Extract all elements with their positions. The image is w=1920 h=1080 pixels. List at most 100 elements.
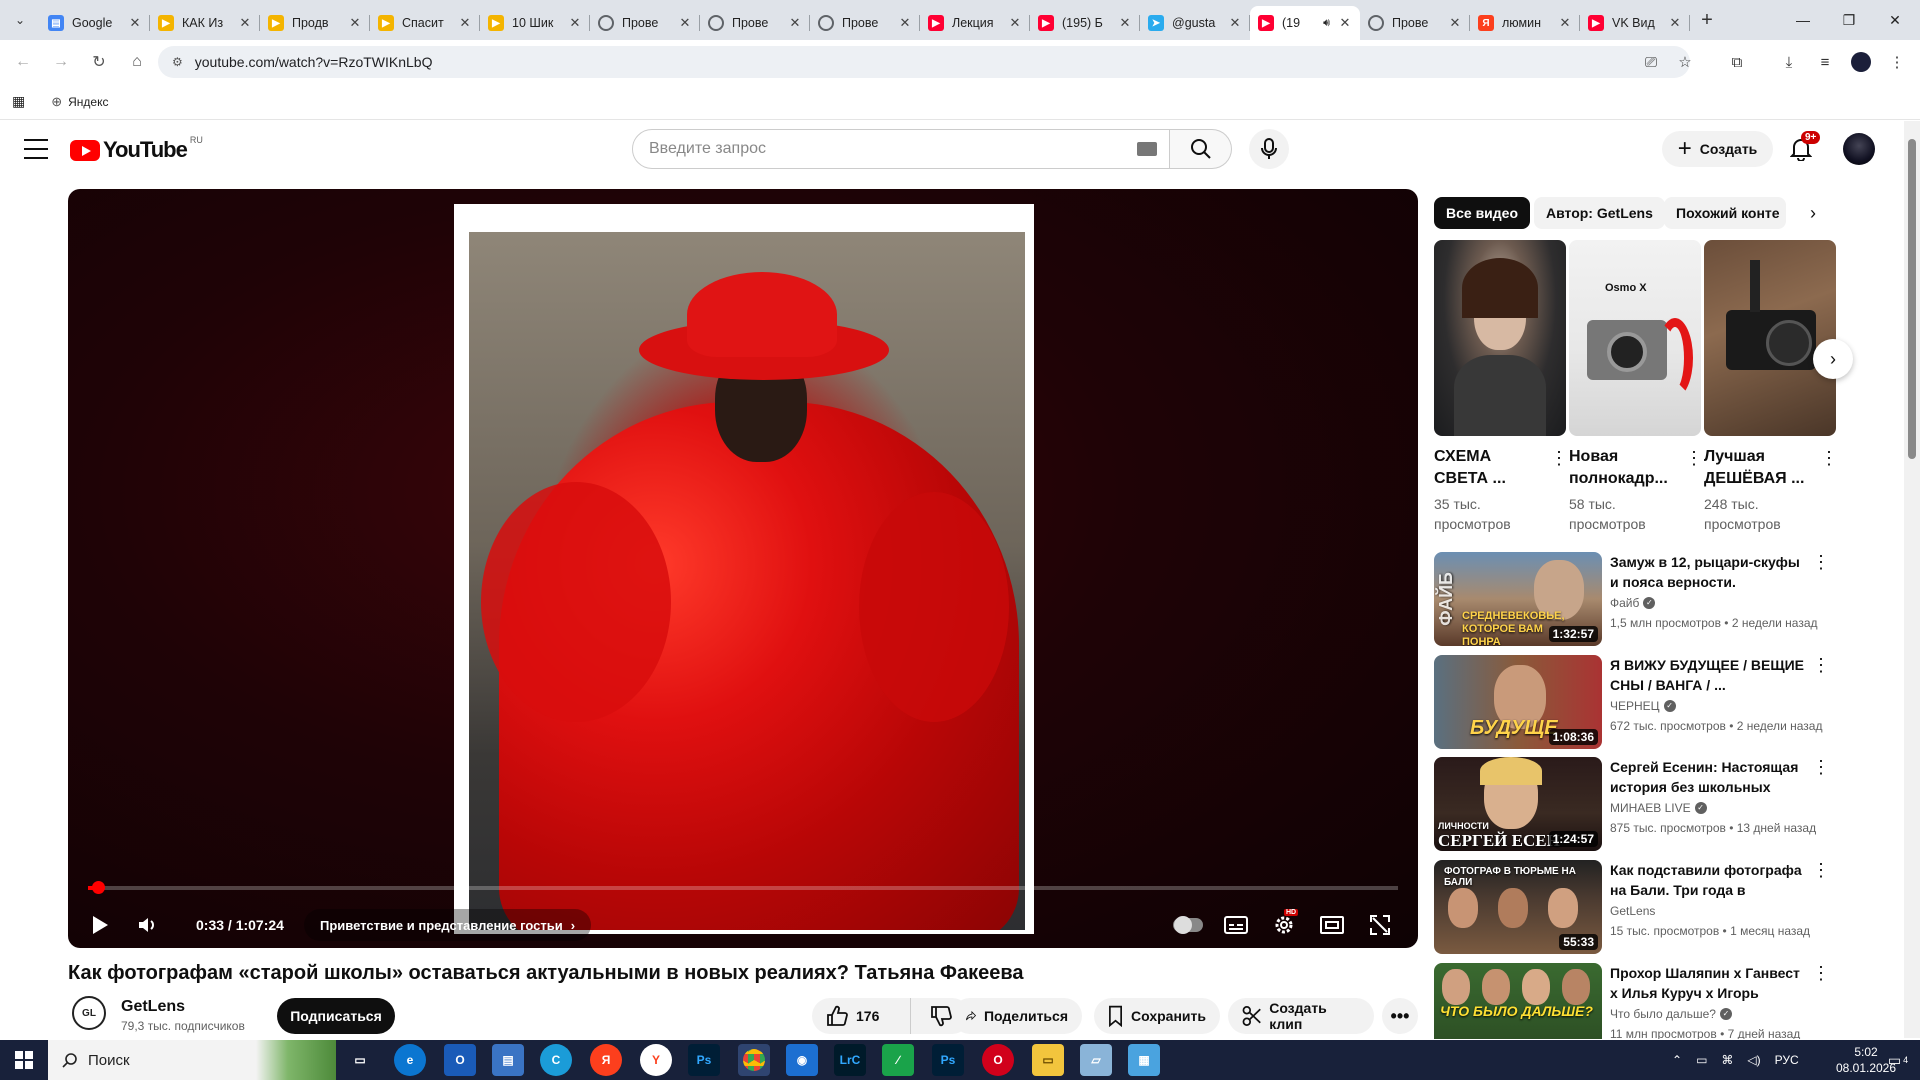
shorts-next-button[interactable]: › bbox=[1813, 339, 1853, 379]
address-bar[interactable]: ⚙ youtube.com/watch?v=RzoTWIKnLbQ bbox=[158, 46, 1690, 78]
more-vertical-icon[interactable]: ⋮ bbox=[1812, 552, 1830, 573]
subscribe-button[interactable]: Подписаться bbox=[277, 998, 395, 1034]
browser-tab[interactable]: ▶ КАК Из ✕ bbox=[150, 6, 260, 40]
browser-tab[interactable]: ➤ @gusta ✕ bbox=[1140, 6, 1250, 40]
channel-name[interactable]: МИНАЕВ LIVE ✓ bbox=[1610, 801, 1707, 815]
play-button[interactable] bbox=[82, 907, 118, 943]
camera-app-icon[interactable]: ◉ bbox=[786, 1044, 818, 1076]
recommendation-item[interactable]: БУДУЩЕ 1:08:36 Я ВИЖУ БУДУЩЕЕ / ВЕЩИЕ СН… bbox=[1434, 655, 1830, 749]
lightroom-classic-icon[interactable]: LrC bbox=[834, 1044, 866, 1076]
forward-icon[interactable]: → bbox=[46, 47, 76, 77]
settings-button[interactable]: HD bbox=[1266, 907, 1302, 943]
video-thumbnail[interactable]: ЛИЧНОСТИ СЕРГЕЙ ЕСЕН 1:24:57 bbox=[1434, 757, 1602, 851]
more-vertical-icon[interactable]: ⋮ bbox=[1685, 448, 1703, 469]
chevron-right-icon[interactable]: › bbox=[1800, 200, 1826, 226]
back-icon[interactable]: ← bbox=[8, 47, 38, 77]
taskbar-search[interactable]: Поиск bbox=[48, 1040, 336, 1080]
chip-related[interactable]: Похожий конте bbox=[1664, 197, 1786, 229]
site-settings-icon[interactable]: ⚙ bbox=[172, 55, 183, 69]
short-title[interactable]: Лучшая ДЕШЁВАЯ ... bbox=[1704, 446, 1810, 490]
close-tab-icon[interactable]: ✕ bbox=[238, 15, 252, 31]
scrollbar-thumb[interactable] bbox=[1908, 139, 1916, 459]
file-explorer-icon[interactable]: ▭ bbox=[1032, 1044, 1064, 1076]
close-tab-icon[interactable]: ✕ bbox=[1338, 15, 1352, 31]
channel-name[interactable]: Что было дальше? ✓ bbox=[1610, 1007, 1732, 1021]
video-title[interactable]: Замуж в 12, рыцари-скуфы и пояса верност… bbox=[1610, 552, 1810, 592]
photoshop-icon[interactable]: Ps bbox=[688, 1044, 720, 1076]
browser-tab[interactable]: Прове ✕ bbox=[1360, 6, 1470, 40]
chip-all-videos[interactable]: Все видео bbox=[1434, 197, 1531, 229]
short-thumbnail[interactable] bbox=[1704, 240, 1836, 436]
channel-name[interactable]: GetLens bbox=[1610, 904, 1655, 918]
reload-icon[interactable]: ↻ bbox=[84, 47, 114, 77]
short-card[interactable]: Osmo X Новая полнокадр... 58 тыс. просмо… bbox=[1569, 240, 1703, 534]
browser-tab[interactable]: ▶ Спасит ✕ bbox=[370, 6, 480, 40]
calculator-icon[interactable]: ▦ bbox=[1128, 1044, 1160, 1076]
miniplayer-button[interactable] bbox=[1314, 907, 1350, 943]
chart-app-icon[interactable]: ∕ bbox=[882, 1044, 914, 1076]
notifications-button[interactable]: 9+ bbox=[1785, 131, 1821, 165]
tray-expand-icon[interactable]: ⌃ bbox=[1672, 1053, 1682, 1067]
fullscreen-button[interactable] bbox=[1362, 907, 1398, 943]
video-title[interactable]: Сергей Есенин: Настоящая история без шко… bbox=[1610, 757, 1810, 797]
scrubber-knob[interactable] bbox=[92, 881, 106, 894]
more-vertical-icon[interactable]: ⋮ bbox=[1812, 757, 1830, 778]
browser-tab[interactable]: ▶ (19 🔊︎ ✕ bbox=[1250, 6, 1360, 40]
tab-search-chevron-icon[interactable]: ⌄ bbox=[0, 0, 40, 40]
browser-tab[interactable]: ▶ Продв ✕ bbox=[260, 6, 370, 40]
short-card[interactable]: Лучшая ДЕШЁВАЯ ... 248 тыс. просмотров ⋮ bbox=[1704, 240, 1838, 534]
chapter-button[interactable]: Приветствие и представление гостьи › bbox=[304, 909, 592, 941]
progress-bar[interactable] bbox=[88, 881, 1398, 894]
close-tab-icon[interactable]: ✕ bbox=[788, 15, 802, 31]
yandex-icon[interactable]: Я bbox=[590, 1044, 622, 1076]
more-vertical-icon[interactable]: ⋮ bbox=[1812, 655, 1830, 676]
browser-tab[interactable]: ▶ (195) Б ✕ bbox=[1030, 6, 1140, 40]
more-vertical-icon[interactable]: ⋮ bbox=[1550, 448, 1568, 469]
account-avatar[interactable] bbox=[1843, 133, 1875, 165]
guide-menu-icon[interactable] bbox=[24, 139, 48, 159]
recommendation-item[interactable]: ЧТО БЫЛО ДАЛЬШЕ? Прохор Шаляпин х Ганвес… bbox=[1434, 963, 1824, 1039]
share-button[interactable]: Поделиться bbox=[952, 998, 1082, 1034]
action-center-button[interactable]: ▭ 4 bbox=[1880, 1040, 1916, 1080]
search-button[interactable] bbox=[1170, 129, 1232, 169]
notepad-icon[interactable]: ▱ bbox=[1080, 1044, 1112, 1076]
profile-icon[interactable] bbox=[1848, 49, 1874, 75]
browser-tab[interactable]: Ялюмин ✕ bbox=[1470, 6, 1580, 40]
browser-tab[interactable]: ▶ Лекция ✕ bbox=[920, 6, 1030, 40]
video-title[interactable]: Я ВИЖУ БУДУЩЕЕ / ВЕЩИЕ СНЫ / ВАНГА / ... bbox=[1610, 655, 1810, 695]
mute-button[interactable] bbox=[130, 907, 166, 943]
recommendation-item[interactable]: ФАЙБ СРЕДНЕВЕКОВЬЕ, КОТОРОЕ ВАМ ПОНРА 1:… bbox=[1434, 552, 1830, 646]
task-view-icon[interactable]: ▭ bbox=[344, 1044, 376, 1076]
video-player[interactable]: 0:33 / 1:07:24 Приветствие и представлен… bbox=[68, 189, 1418, 948]
like-button[interactable]: 176 bbox=[812, 998, 910, 1034]
yandex-browser-icon[interactable]: Y bbox=[640, 1044, 672, 1076]
close-window-icon[interactable]: ✕ bbox=[1872, 0, 1918, 40]
short-title[interactable]: Новая полнокадр... bbox=[1569, 446, 1675, 490]
language-indicator[interactable]: РУС bbox=[1775, 1053, 1799, 1067]
close-tab-icon[interactable]: ✕ bbox=[458, 15, 472, 31]
outlook-icon[interactable]: O bbox=[444, 1044, 476, 1076]
browser-tab[interactable]: Прове ✕ bbox=[590, 6, 700, 40]
channel-name[interactable]: Файб ✓ bbox=[1610, 596, 1656, 610]
close-tab-icon[interactable]: ✕ bbox=[568, 15, 582, 31]
app-icon[interactable]: ▤ bbox=[492, 1044, 524, 1076]
bookmark-yandex[interactable]: Яндекс bbox=[68, 95, 108, 109]
close-tab-icon[interactable]: ✕ bbox=[1228, 15, 1242, 31]
close-tab-icon[interactable]: ✕ bbox=[898, 15, 912, 31]
tray-monitor-icon[interactable]: ▭ bbox=[1696, 1053, 1707, 1067]
video-title[interactable]: Как подставили фотографа на Бали. Три го… bbox=[1610, 860, 1810, 900]
install-app-icon[interactable]: ⎚ bbox=[1638, 49, 1664, 75]
keyboard-icon[interactable] bbox=[1137, 142, 1157, 156]
short-thumbnail[interactable]: Osmo X bbox=[1569, 240, 1701, 436]
minimize-icon[interactable]: — bbox=[1780, 0, 1826, 40]
autoplay-toggle[interactable] bbox=[1170, 907, 1206, 943]
close-tab-icon[interactable]: ✕ bbox=[1448, 15, 1462, 31]
close-tab-icon[interactable]: ✕ bbox=[678, 15, 692, 31]
more-vertical-icon[interactable]: ⋮ bbox=[1812, 860, 1830, 881]
opera-icon[interactable]: O bbox=[982, 1044, 1014, 1076]
voice-search-button[interactable] bbox=[1249, 129, 1289, 169]
apps-grid-icon[interactable]: ▦ bbox=[12, 93, 25, 110]
extensions-icon[interactable]: ⧉ bbox=[1724, 49, 1750, 75]
close-tab-icon[interactable]: ✕ bbox=[1558, 15, 1572, 31]
browser-tab[interactable]: Прове ✕ bbox=[700, 6, 810, 40]
